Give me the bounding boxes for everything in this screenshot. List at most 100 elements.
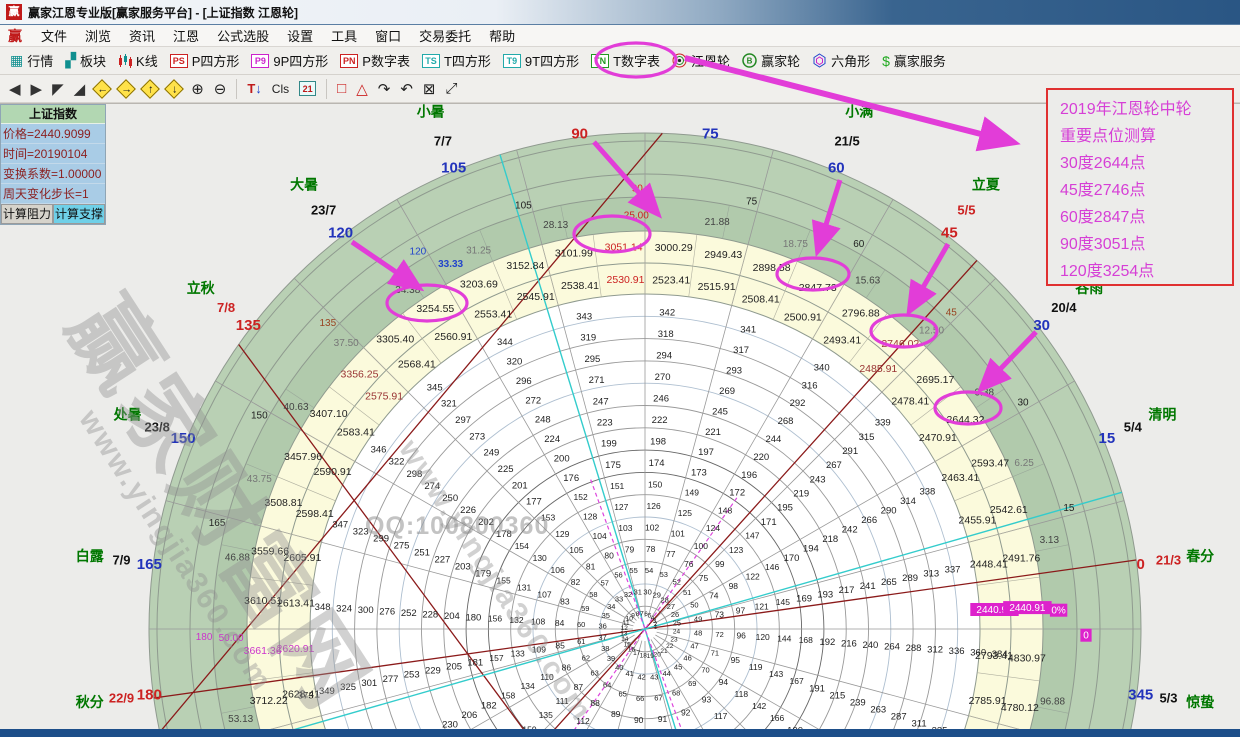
menu-item-帮助[interactable]: 帮助 xyxy=(480,24,524,47)
toolbar-button-pan-down[interactable]: ↓ xyxy=(162,81,186,97)
info-row-0: 价格=2440.9099 xyxy=(1,124,105,144)
svg-text:144: 144 xyxy=(777,634,791,644)
svg-text:谷雨: 谷雨 xyxy=(1075,280,1103,296)
9p-square-icon: P9 xyxy=(251,54,269,68)
toolbar-button-cls[interactable]: Cls xyxy=(267,81,294,97)
toolbar-button-pan-left[interactable]: ← xyxy=(90,81,114,97)
toolbar-button-9t-square[interactable]: T99T四方形 xyxy=(497,49,585,72)
toolbar-button-delete-box[interactable]: ⊠ xyxy=(418,79,441,99)
svg-text:73: 73 xyxy=(715,610,725,620)
svg-text:147: 147 xyxy=(745,531,759,541)
svg-text:小暑: 小暑 xyxy=(417,104,445,120)
svg-text:6.25: 6.25 xyxy=(1014,458,1034,469)
toolbar-button-next[interactable]: ▶ xyxy=(26,79,48,99)
toolbar-button-sectors[interactable]: ▞板块 xyxy=(59,49,112,72)
menu-item-窗口[interactable]: 窗口 xyxy=(366,24,410,47)
toolbar-button-triangle-tool[interactable]: △ xyxy=(351,79,373,99)
svg-text:2793.41: 2793.41 xyxy=(975,650,1013,662)
svg-text:120: 120 xyxy=(328,225,353,242)
svg-text:33: 33 xyxy=(615,595,623,604)
svg-text:152: 152 xyxy=(574,492,588,502)
toolbar-button-page-up[interactable]: ◤ xyxy=(47,79,69,99)
toolbar-button-p-square[interactable]: PSP四方形 xyxy=(164,49,246,72)
toolbar-button-9p-square[interactable]: P99P四方形 xyxy=(245,49,334,72)
toolbar-button-rotate-cw[interactable]: ↷ xyxy=(373,79,396,99)
svg-text:192: 192 xyxy=(819,637,835,648)
toolbar-button-zoom-in[interactable]: ⊕ xyxy=(186,79,209,99)
menu-item-工具[interactable]: 工具 xyxy=(322,24,366,47)
toolbar-button-t-square[interactable]: TST四方形 xyxy=(416,49,497,72)
menu-item-设置[interactable]: 设置 xyxy=(278,24,322,47)
toolbar-button-calendar[interactable]: 21 xyxy=(294,80,321,97)
svg-text:31: 31 xyxy=(634,587,642,596)
svg-text:104: 104 xyxy=(593,531,607,541)
svg-text:288: 288 xyxy=(906,643,922,654)
svg-text:221: 221 xyxy=(705,427,721,438)
svg-text:313: 313 xyxy=(923,569,939,580)
menu-item-资讯[interactable]: 资讯 xyxy=(120,24,164,47)
svg-text:2491.76: 2491.76 xyxy=(1002,553,1040,565)
symbol-info-panel: 上证指数 价格=2440.9099时间=20190104变换系数=1.00000… xyxy=(0,104,106,225)
toolbar-button-fit-view[interactable]: ⤢ xyxy=(440,79,462,98)
toolbar-button-rotate-ccw[interactable]: ↶ xyxy=(395,79,418,99)
toolbar-button-winner-service[interactable]: $赢家服务 xyxy=(876,49,952,72)
toolbar-button-prev[interactable]: ◀ xyxy=(4,79,26,99)
svg-text:54: 54 xyxy=(645,566,653,575)
svg-text:惊蛰: 惊蛰 xyxy=(1185,694,1214,710)
toolbar-button-winner-wheel[interactable]: B赢家轮 xyxy=(736,49,806,72)
menu-item-交易委托[interactable]: 交易委托 xyxy=(410,24,480,47)
menu-item-公式选股[interactable]: 公式选股 xyxy=(208,24,278,47)
svg-text:120: 120 xyxy=(756,632,770,642)
toolbar-button-pan-right[interactable]: → xyxy=(114,81,138,97)
svg-text:61: 61 xyxy=(577,637,585,646)
svg-text:228: 228 xyxy=(422,609,438,620)
toolbar-button-square-tool[interactable]: □ xyxy=(332,79,351,98)
svg-text:126: 126 xyxy=(647,501,661,511)
svg-text:206: 206 xyxy=(461,710,477,721)
chart-canvas[interactable]: 1234567891011121314151617181920212223242… xyxy=(0,103,1240,729)
toolbar-button-kline[interactable]: K线 xyxy=(112,49,164,72)
toolbar-main: ▦行情▞板块K线PSP四方形P99P四方形PNP数字表TST四方形T99T四方形… xyxy=(0,47,1240,75)
menu-item-江恩[interactable]: 江恩 xyxy=(164,24,208,47)
svg-text:2538.41: 2538.41 xyxy=(561,280,599,292)
svg-text:130: 130 xyxy=(533,553,547,563)
svg-text:320: 320 xyxy=(506,357,522,368)
calc-support-button[interactable]: 计算支撑 xyxy=(53,204,105,224)
p-number-table-icon: PN xyxy=(340,54,358,68)
svg-text:3254.55: 3254.55 xyxy=(416,303,454,315)
toolbar-button-hexagon[interactable]: 六角形 xyxy=(806,49,876,72)
svg-text:40: 40 xyxy=(615,663,623,672)
svg-text:336: 336 xyxy=(949,646,965,657)
svg-text:81: 81 xyxy=(586,561,596,571)
toolbar-button-zoom-out[interactable]: ⊖ xyxy=(209,79,232,99)
toolbar-button-quotes[interactable]: ▦行情 xyxy=(4,49,59,72)
page-down-icon: ◢ xyxy=(74,80,86,98)
menu-item-文件[interactable]: 文件 xyxy=(32,24,76,47)
toolbar-button-p-number-table[interactable]: PNP数字表 xyxy=(334,49,416,72)
toolbar-button-time-axis[interactable]: T↓ xyxy=(242,79,266,98)
gann-wheel-icon xyxy=(672,53,687,68)
svg-text:338: 338 xyxy=(919,487,935,498)
svg-text:157: 157 xyxy=(489,653,503,663)
svg-text:118: 118 xyxy=(735,689,749,699)
toolbar-button-page-down[interactable]: ◢ xyxy=(69,79,91,99)
svg-text:169: 169 xyxy=(796,593,812,604)
svg-text:122: 122 xyxy=(746,572,760,582)
svg-text:239: 239 xyxy=(850,698,866,709)
square-tool-icon: □ xyxy=(337,80,346,97)
svg-text:203: 203 xyxy=(455,562,471,573)
svg-text:117: 117 xyxy=(714,711,728,721)
svg-text:立秋: 立秋 xyxy=(187,280,216,296)
menu-item-浏览[interactable]: 浏览 xyxy=(76,24,120,47)
svg-text:3407.10: 3407.10 xyxy=(310,408,348,420)
svg-text:2898.58: 2898.58 xyxy=(753,262,791,274)
toolbar-button-pan-up[interactable]: ↑ xyxy=(138,81,162,97)
svg-text:124: 124 xyxy=(706,523,720,533)
toolbar-button-gann-wheel[interactable]: 江恩轮 xyxy=(666,49,736,72)
calc-resistance-button[interactable]: 计算阻力 xyxy=(1,204,53,224)
svg-text:342: 342 xyxy=(659,307,675,318)
svg-text:166: 166 xyxy=(770,713,784,723)
toolbar-button-t-number-table[interactable]: TNT数字表 xyxy=(585,49,666,72)
svg-text:105: 105 xyxy=(569,545,583,555)
svg-text:269: 269 xyxy=(719,386,735,397)
